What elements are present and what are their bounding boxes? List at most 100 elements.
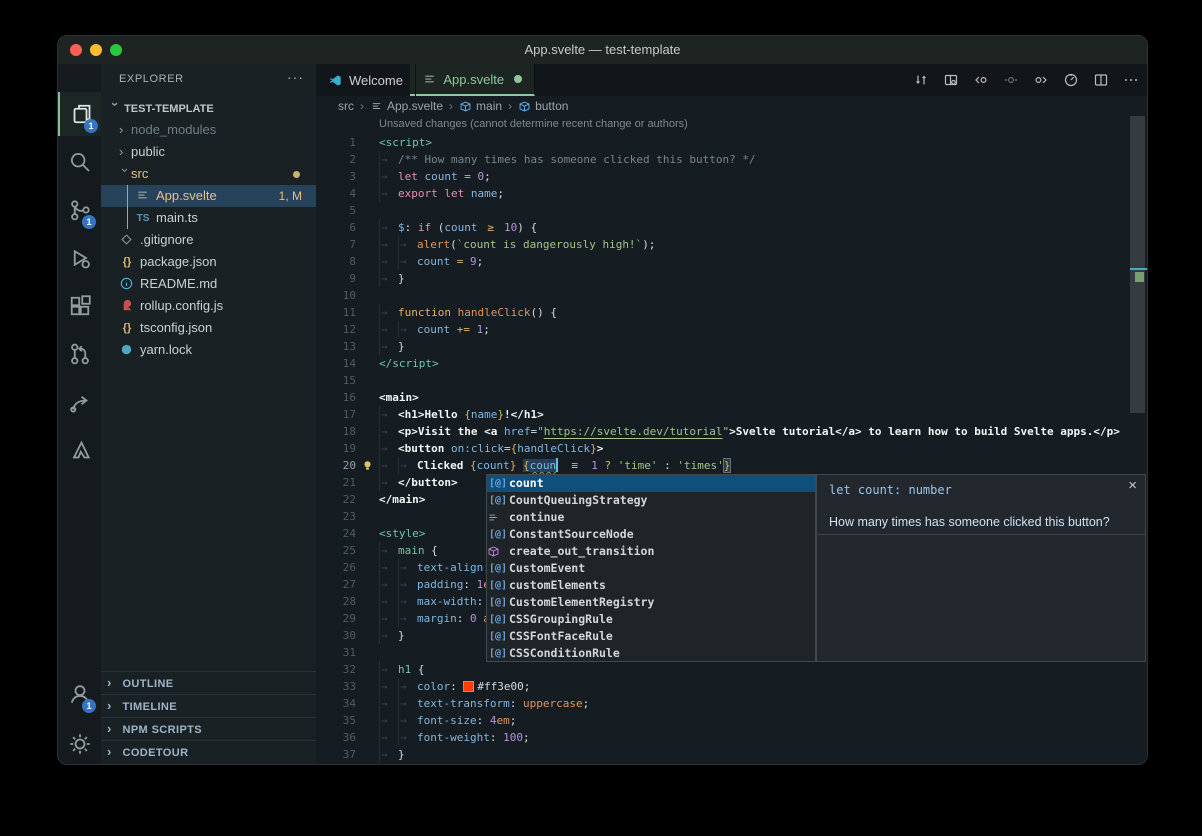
tree-item-src[interactable]: ›src	[101, 163, 316, 185]
codelens-unsaved-changes[interactable]: Unsaved changes (cannot determine recent…	[379, 118, 688, 130]
sidebar-section-outline[interactable]: › OUTLINE	[101, 671, 316, 694]
code-text: →main {	[379, 542, 438, 559]
close-icon[interactable]: ×	[1128, 477, 1137, 494]
workspace-root-row[interactable]: › TEST-TEMPLATE	[101, 97, 316, 119]
code-line-2[interactable]: 2→/** How many times has someone clicked…	[316, 151, 1147, 168]
code-line-15[interactable]: 15	[316, 372, 1147, 389]
lightbulb-icon[interactable]	[361, 459, 374, 472]
split-editor-icon[interactable]	[1093, 72, 1109, 88]
tree-item-readme-md[interactable]: README.md	[101, 273, 316, 295]
explorer-sidebar: EXPLORER ··· › TEST-TEMPLATE ›node_modul…	[101, 64, 317, 764]
activity-bar-item-explorer[interactable]: 1	[58, 92, 103, 136]
open-preview-icon[interactable]	[943, 72, 959, 88]
code-line-36[interactable]: 36→→font-weight: 100;	[316, 729, 1147, 746]
tree-item-tsconfig-json[interactable]: {}tsconfig.json	[101, 317, 316, 339]
breadcrumb-item-main[interactable]: main	[459, 99, 502, 113]
code-line-16[interactable]: 16<main>	[316, 389, 1147, 406]
navigate-back-icon[interactable]	[973, 72, 989, 88]
svelte-file-icon	[370, 100, 383, 113]
tree-item-main-ts[interactable]: TSmain.ts	[101, 207, 316, 229]
code-text: →<button on:click={handleClick}>	[379, 440, 603, 457]
code-line-33[interactable]: 33→→color: #ff3e00;	[316, 678, 1147, 695]
code-line-1[interactable]: 1<script>	[316, 134, 1147, 151]
breadcrumb-label: main	[476, 99, 502, 113]
tree-item-app-svelte[interactable]: App.svelte1, M	[101, 185, 316, 207]
code-line-12[interactable]: 12→→count += 1;	[316, 321, 1147, 338]
sidebar-section-timeline[interactable]: › TIMELINE	[101, 694, 316, 717]
code-line-35[interactable]: 35→→font-size: 4em;	[316, 712, 1147, 729]
activity-bar-item-github-pull-requests[interactable]	[58, 332, 101, 376]
code-line-17[interactable]: 17→<h1>Hello {name}!</h1>	[316, 406, 1147, 423]
suggestion-count[interactable]: [@]count	[487, 475, 815, 492]
tree-item-public[interactable]: ›public	[101, 141, 316, 163]
svelte-file-icon	[422, 72, 437, 87]
activity-bar-item-live-share[interactable]	[58, 380, 101, 424]
code-line-18[interactable]: 18→<p>Visit the <a href="https://svelte.…	[316, 423, 1147, 440]
activity-bar-item-azure[interactable]	[58, 428, 101, 472]
breadcrumb-item-app-svelte[interactable]: App.svelte	[370, 99, 443, 113]
code-line-14[interactable]: 14</script>	[316, 355, 1147, 372]
code-line-6[interactable]: 6→$: if (count ≥ 10) {	[316, 219, 1147, 236]
navigate-forward-icon[interactable]	[1033, 72, 1049, 88]
tree-item-package-json[interactable]: {}package.json	[101, 251, 316, 273]
run-icon[interactable]	[1063, 72, 1079, 88]
activity-bar-item-search[interactable]	[58, 140, 101, 184]
code-line-4[interactable]: 4→export let name;	[316, 185, 1147, 202]
activity-bar-item-source-control[interactable]: 1	[58, 188, 101, 232]
suggestion-customelements[interactable]: [@]customElements	[487, 577, 815, 594]
tab-whitespace-icon: →	[398, 678, 417, 695]
suggestion-customevent[interactable]: [@]CustomEvent	[487, 560, 815, 577]
code-line-5[interactable]: 5	[316, 202, 1147, 219]
window-title: App.svelte — test-template	[58, 36, 1147, 64]
activity-bar-item-accounts[interactable]: 1	[58, 672, 101, 716]
code-viewport[interactable]: Unsaved changes (cannot determine recent…	[316, 116, 1147, 764]
tab-welcome[interactable]: Welcome	[316, 64, 416, 96]
code-line-9[interactable]: 9→}	[316, 270, 1147, 287]
activity-bar-item-settings[interactable]	[58, 722, 101, 765]
tab-label: App.svelte	[443, 72, 504, 87]
line-number: 25	[316, 542, 356, 559]
code-line-11[interactable]: 11→function handleClick() {	[316, 304, 1147, 321]
sidebar-section-codetour[interactable]: › CODETOUR	[101, 740, 316, 763]
suggestion-customelementregistry[interactable]: [@]CustomElementRegistry	[487, 594, 815, 611]
tree-item--gitignore[interactable]: .gitignore	[101, 229, 316, 251]
line-number: 19	[316, 440, 356, 457]
scrollbar[interactable]	[1130, 116, 1145, 413]
suggestion-cssfontfacerule[interactable]: [@]CSSFontFaceRule	[487, 628, 815, 645]
code-line-20[interactable]: 20→→Clicked {count} {coun ≡ 1 ? 'time' :…	[316, 457, 1147, 474]
current-position-icon[interactable]	[1003, 72, 1019, 88]
code-line-3[interactable]: 3→let count = 0;	[316, 168, 1147, 185]
tree-item-label: .gitignore	[140, 232, 193, 247]
tab-app-svelte[interactable]: App.svelte	[410, 64, 535, 96]
code-line-32[interactable]: 32→h1 {	[316, 661, 1147, 678]
tree-item-yarn-lock[interactable]: yarn.lock	[101, 339, 316, 361]
more-actions-icon[interactable]	[1123, 72, 1139, 88]
code-line-19[interactable]: 19 →<button on:click={handleClick}>	[316, 440, 1147, 457]
breadcrumb-item-src[interactable]: src	[338, 99, 354, 113]
breadcrumb-item-button[interactable]: button	[518, 99, 568, 113]
code-text: →}	[379, 338, 405, 355]
modified-badge: 1, M	[279, 185, 302, 207]
suggestion-countqueuingstrategy[interactable]: [@]CountQueuingStrategy	[487, 492, 815, 509]
suggestion-create_out_transition[interactable]: create_out_transition	[487, 543, 815, 560]
code-line-8[interactable]: 8→→count = 9;	[316, 253, 1147, 270]
rollup-icon	[119, 298, 135, 313]
code-line-34[interactable]: 34→→text-transform: uppercase;	[316, 695, 1147, 712]
line-number: 20	[316, 457, 356, 474]
code-line-10[interactable]: 10	[316, 287, 1147, 304]
compare-changes-icon[interactable]	[913, 72, 929, 88]
suggestion-continue[interactable]: continue	[487, 509, 815, 526]
code-line-13[interactable]: 13→}	[316, 338, 1147, 355]
more-actions-icon[interactable]: ···	[287, 69, 304, 85]
suggestion-constantsourcenode[interactable]: [@]ConstantSourceNode	[487, 526, 815, 543]
activity-bar-item-extensions[interactable]	[58, 284, 101, 328]
sidebar-section-npm-scripts[interactable]: › NPM SCRIPTS	[101, 717, 316, 740]
line-number: 14	[316, 355, 356, 372]
code-line-37[interactable]: 37→}	[316, 746, 1147, 763]
code-line-7[interactable]: 7→→alert(`count is dangerously high!`);	[316, 236, 1147, 253]
activity-bar-item-run-debug[interactable]	[58, 236, 101, 280]
tree-item-node-modules[interactable]: ›node_modules	[101, 119, 316, 141]
tree-item-rollup-config-js[interactable]: rollup.config.js	[101, 295, 316, 317]
suggestion-cssconditionrule[interactable]: [@]CSSConditionRule	[487, 645, 815, 662]
suggestion-cssgroupingrule[interactable]: [@]CSSGroupingRule	[487, 611, 815, 628]
